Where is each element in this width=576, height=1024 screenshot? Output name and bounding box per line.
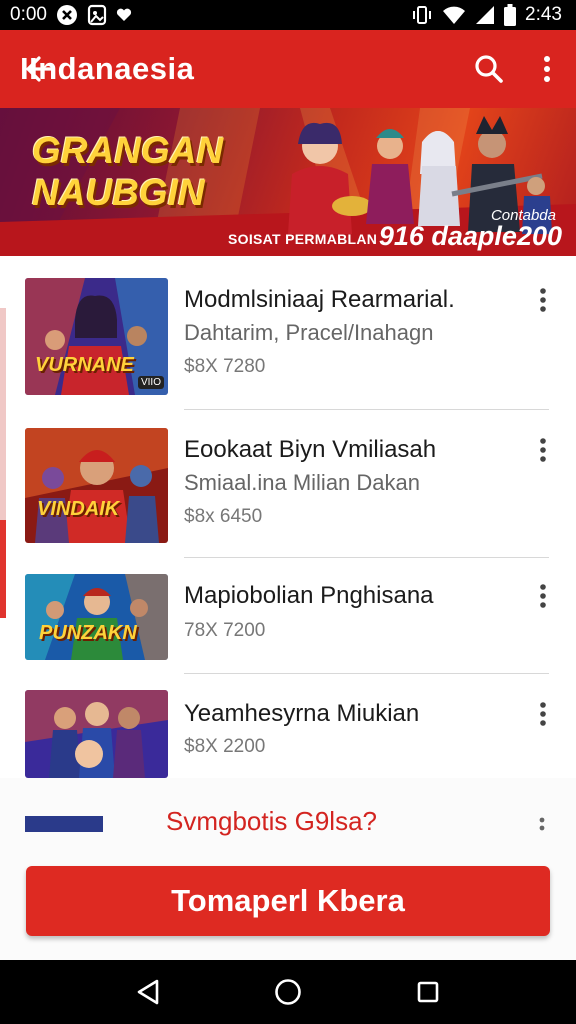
status-bar: 0:00 2:43 (0, 0, 576, 30)
thumb-caption: VINDAIK (37, 498, 120, 520)
item-title: Mapiobolian Pnghisana (184, 582, 434, 609)
square-recents-icon (417, 981, 439, 1003)
peek-thumbnail (25, 816, 103, 832)
nav-back-button[interactable] (118, 962, 178, 1022)
status-time-left: 0:00 (10, 4, 47, 25)
more-vertical-icon (540, 584, 546, 608)
banner-title-line2: NAUBGIN (32, 172, 205, 213)
item-title: Modmlsiniaaj Rearmarial. (184, 286, 455, 313)
thumb-caption: PUNZAKN (39, 622, 137, 644)
app-title: IIndanaesia (20, 51, 195, 86)
banner-title-line1: GRANGAN (32, 130, 224, 171)
app-bar: IIndanaesia (0, 30, 576, 108)
item-subtitle: Smiaal.ina Milian Dakan (184, 470, 420, 495)
banner-footer-right: 916 daaple200 (378, 221, 562, 251)
list-item[interactable]: Yeamhesyrna Miukian $8X 2200 (0, 674, 576, 784)
more-vertical-icon (544, 56, 550, 82)
item-more-button[interactable] (528, 430, 558, 470)
nav-recents-button[interactable] (398, 962, 458, 1022)
photo-icon (87, 4, 107, 26)
circle-home-icon (275, 979, 301, 1005)
banner-title: GRANGAN NAUBGIN (32, 130, 262, 214)
thumb-caption: VURNANE (35, 354, 134, 376)
primary-cta-button[interactable]: Tomaperl Kbera (26, 866, 550, 936)
battery-icon (504, 4, 517, 26)
promo-banner[interactable]: GRANGAN NAUBGIN Contabda SOISAT PERMABLA… (0, 108, 576, 256)
item-price: 78X 7200 (184, 620, 266, 641)
x-circle-icon (56, 4, 78, 26)
list-item[interactable]: PUNZAKN Mapiobolian Pnghisana 78X 7200 (0, 558, 576, 674)
item-price: $8X 2200 (184, 736, 266, 757)
item-title: Yeamhesyrna Miukian (184, 700, 420, 727)
banner-footer-left: SOISAT PERMABLAN (228, 231, 378, 247)
item-thumbnail (25, 690, 168, 778)
system-nav-bar (0, 960, 576, 1024)
thumb-badge: VIIO (137, 376, 164, 389)
nav-home-button[interactable] (258, 962, 318, 1022)
item-more-button[interactable] (528, 280, 558, 320)
item-price: $8X 7280 (184, 356, 266, 377)
wifi-icon (442, 5, 466, 25)
question-text: Svmgbotis G9lsa? (166, 806, 377, 836)
search-icon (475, 55, 503, 83)
status-right: 2:43 (411, 4, 562, 26)
vibrate-icon (411, 4, 433, 26)
list-item[interactable]: VINDAIK Eookaat Biyn Vmiliasah Smiaal.in… (0, 410, 576, 558)
list-item[interactable]: VURNANE VIIO Modmlsiniaaj Rearmarial. Da… (0, 256, 576, 410)
item-thumbnail: VINDAIK (25, 428, 168, 543)
status-left: 0:00 (10, 4, 132, 26)
item-more-button[interactable] (528, 694, 558, 734)
overflow-menu-button[interactable] (518, 30, 576, 108)
item-title: Eookaat Biyn Vmiliasah (184, 436, 437, 463)
more-vertical-icon (539, 817, 545, 831)
item-more-button[interactable] (528, 576, 558, 616)
item-subtitle: Dahtarim, Pracel/Inahagn (184, 320, 434, 345)
more-vertical-icon (540, 438, 546, 462)
item-thumbnail: VURNANE VIIO (25, 278, 168, 395)
more-vertical-icon (540, 288, 546, 312)
search-button[interactable] (460, 30, 518, 108)
signal-icon (475, 5, 495, 25)
heart-icon (116, 8, 132, 22)
peek-more-button[interactable] (538, 816, 548, 832)
item-price: $8x 6450 (184, 506, 263, 527)
more-vertical-icon (540, 702, 546, 726)
triangle-back-icon (137, 979, 159, 1005)
status-time-right: 2:43 (525, 4, 562, 25)
item-thumbnail: PUNZAKN (25, 574, 168, 660)
